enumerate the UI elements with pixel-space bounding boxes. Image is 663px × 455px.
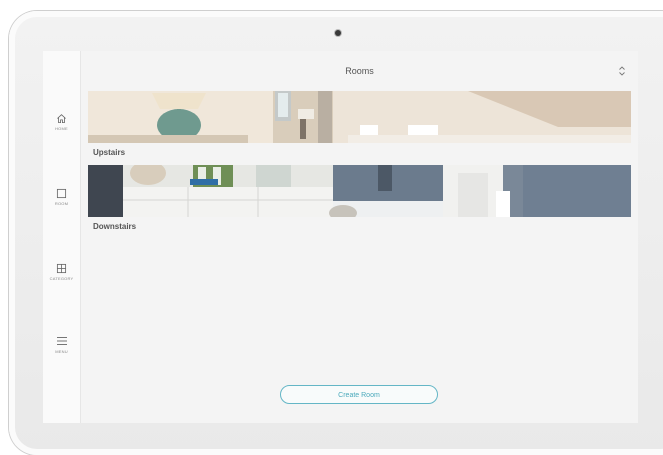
room-name: Upstairs	[93, 148, 126, 157]
room-card-upstairs[interactable]	[88, 91, 631, 143]
sidebar-item-menu[interactable]: MENU	[43, 335, 80, 354]
sidebar-item-label: ROOM	[54, 201, 69, 206]
sidebar-item-category[interactable]: CATEGORY	[43, 263, 80, 281]
home-icon	[57, 114, 66, 124]
sidebar-item-label: HOME	[55, 126, 68, 131]
category-grid-icon	[56, 263, 67, 274]
create-room-button[interactable]: Create Room	[280, 385, 438, 404]
page-title: Rooms	[345, 66, 374, 76]
sidebar-item-label: MENU	[55, 349, 68, 354]
sidebar-item-room[interactable]: ROOM	[43, 188, 80, 206]
room-name: Downstairs	[93, 222, 137, 231]
header: Rooms	[81, 51, 638, 91]
room-image-upstairs	[88, 91, 631, 143]
menu-icon	[56, 337, 67, 345]
app-screen: HOME ROOM CATEGORY MENU Rooms Upstairs D…	[43, 51, 638, 423]
room-image-downstairs	[88, 165, 631, 217]
sort-updown-icon[interactable]	[618, 65, 626, 77]
sidebar-item-label: CATEGORY	[49, 276, 74, 281]
room-square-icon	[56, 188, 67, 199]
sidebar: HOME ROOM CATEGORY MENU	[43, 51, 81, 423]
room-card-downstairs[interactable]	[88, 165, 631, 217]
sidebar-item-home[interactable]: HOME	[43, 113, 80, 131]
camera-icon	[335, 30, 341, 36]
